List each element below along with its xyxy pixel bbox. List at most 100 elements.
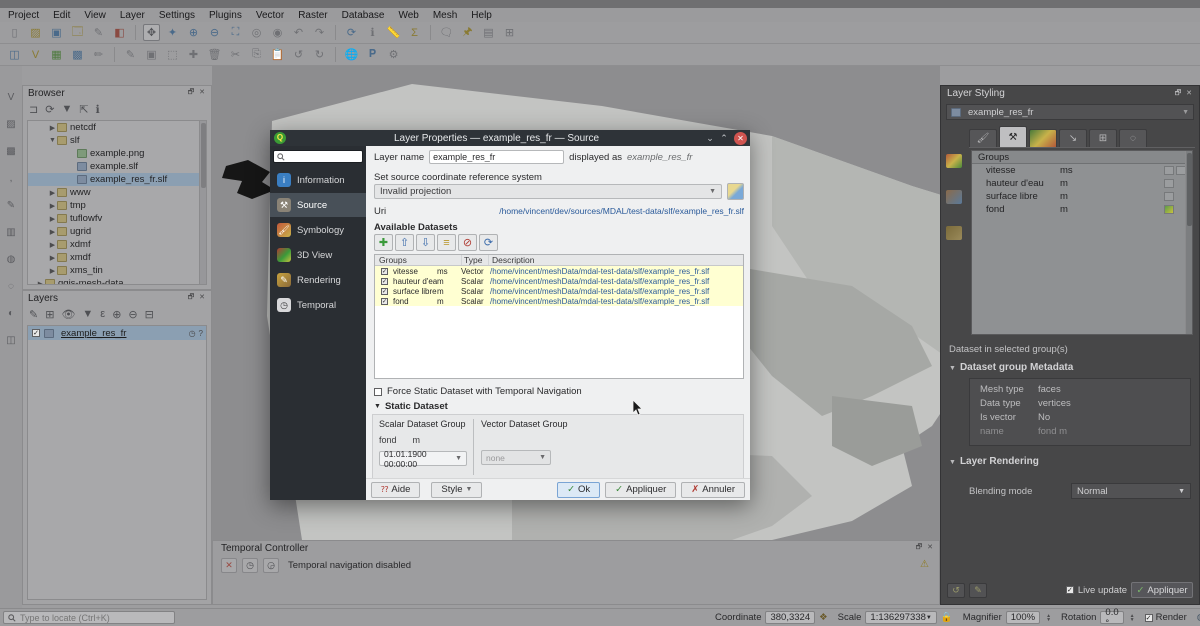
tab-vectors-icon[interactable]: ↘ (1059, 129, 1087, 147)
vector-time-select[interactable]: none▼ (481, 450, 551, 465)
group-row-vitesse[interactable]: vitessems (972, 164, 1192, 177)
dataset-checkbox[interactable]: ✓ (381, 278, 388, 285)
add-wms-icon[interactable]: ▨ (4, 117, 19, 132)
filter-legend-icon[interactable]: ▼ (82, 308, 93, 320)
force-static-row[interactable]: Force Static Dataset with Temporal Navig… (374, 386, 582, 397)
crs-warning-icon[interactable]: ? (199, 329, 203, 338)
remove-layer-icon[interactable]: ⊟ (145, 308, 154, 321)
history-icon[interactable] (946, 226, 962, 240)
sidebar-item-source[interactable]: ⚒ Source (270, 193, 366, 217)
add-vector-layer-icon[interactable]: V (27, 46, 44, 63)
labeling-icon[interactable]: 🌐 (343, 46, 360, 63)
menu-help[interactable]: Help (471, 10, 492, 21)
statistics-icon[interactable]: Σ (406, 24, 423, 41)
undock-icon[interactable]: 🗗 (1174, 90, 1182, 98)
menu-view[interactable]: View (84, 10, 106, 21)
static-dataset-header[interactable]: ▼ Static Dataset (374, 401, 448, 412)
annotation-icon[interactable]: 🗨 (438, 24, 455, 41)
menu-settings[interactable]: Settings (159, 10, 195, 21)
collapse-all-icon[interactable]: ⊖ (128, 308, 137, 321)
live-update-checkbox[interactable]: ✓Live update (1066, 585, 1127, 596)
add-selected-layers-icon[interactable]: ⊐ (29, 103, 38, 116)
styling-apply-button[interactable]: ✓Appliquer (1131, 582, 1193, 598)
add-delimited-text-icon[interactable]: ✏ (90, 46, 107, 63)
close-icon[interactable]: ✕ (1185, 90, 1193, 98)
close-icon[interactable]: ✕ (926, 544, 934, 552)
new-project-icon[interactable]: ▯ (6, 24, 23, 41)
collapse-all-button[interactable]: ⇩ (416, 234, 435, 251)
add-spatialite-icon[interactable]: ✎ (4, 198, 19, 213)
menu-database[interactable]: Database (342, 10, 385, 21)
layout-manager-icon[interactable]: 🗔 (69, 24, 86, 41)
close-icon[interactable]: ✕ (198, 89, 206, 97)
tree-item-qgis-mesh-data[interactable]: ▶qgis-mesh-data (28, 277, 206, 285)
lock-scale-icon[interactable]: 🔒 (941, 612, 953, 623)
tree-item-xms-tin[interactable]: ▶xms_tin (28, 264, 206, 277)
layer-item-example-res-fr[interactable]: ✓ example_res_fr ◷ ? (28, 326, 206, 340)
zoom-layer-icon[interactable]: ◉ (269, 24, 286, 41)
expand-all-icon[interactable]: ⊕ (112, 308, 121, 321)
deselect-all-button[interactable]: ⊘ (458, 234, 477, 251)
dataset-checkbox[interactable]: ✓ (381, 298, 388, 305)
toggle-editing-icon[interactable]: ✎ (122, 46, 139, 63)
add-mesh-layer-icon[interactable]: ▩ (69, 46, 86, 63)
locate-search[interactable] (3, 611, 175, 624)
close-icon[interactable]: ✕ (198, 294, 206, 302)
attributes-table-icon[interactable]: ▤ (480, 24, 497, 41)
redo-icon[interactable]: ↻ (311, 46, 328, 63)
open-layer-styling-icon[interactable]: ✎ (29, 308, 38, 321)
menu-plugins[interactable]: Plugins (209, 10, 242, 21)
expand-all-button[interactable]: ⇧ (395, 234, 414, 251)
dialog-search-input[interactable] (273, 150, 363, 163)
tree-item-netcdf[interactable]: ▶netcdf (28, 121, 206, 134)
filter-browser-icon[interactable]: ▼ (61, 103, 72, 115)
add-layer-def-icon[interactable]: ◐ (4, 306, 19, 321)
menu-layer[interactable]: Layer (120, 10, 145, 21)
processing-toolbox-icon[interactable]: ⚙ (385, 46, 402, 63)
filter-expression-icon[interactable]: ε (100, 308, 105, 320)
tree-item-example-slf[interactable]: example.slf (28, 160, 206, 173)
group-row-fond[interactable]: fondm (972, 203, 1192, 216)
add-group-icon[interactable]: ⊞ (45, 308, 54, 321)
metadata-section-header[interactable]: ▼Dataset group Metadata (949, 362, 1073, 373)
tab-labels-icon[interactable]: 🖌 (969, 129, 997, 147)
dialog-titlebar[interactable]: Q Layer Properties — example_res_fr — So… (270, 130, 750, 146)
force-static-checkbox[interactable] (374, 388, 382, 396)
tab-datasets-icon[interactable]: ⚒ (999, 126, 1027, 147)
select-all-button[interactable]: ≡ (437, 234, 456, 251)
menu-raster[interactable]: Raster (298, 10, 327, 21)
python-console-icon[interactable]: 𝐏 (364, 46, 381, 63)
add-postgis-icon[interactable]: ▥ (4, 225, 19, 240)
tree-item-slf[interactable]: ▼slf (28, 134, 206, 147)
options-icon[interactable]: ◧ (111, 24, 128, 41)
paste-features-icon[interactable]: 📋 (269, 46, 286, 63)
add-dataset-button[interactable]: ✚ (374, 234, 393, 251)
crs-select[interactable]: Invalid projection▼ (374, 184, 722, 199)
pan-map-icon[interactable]: ✥ (143, 24, 160, 41)
apply-button[interactable]: ✓Appliquer (605, 482, 676, 498)
group-row-hauteur-deau[interactable]: hauteur d'eaum (972, 177, 1192, 190)
dataset-checkbox[interactable]: ✓ (381, 268, 388, 275)
layer-visibility-checkbox[interactable]: ✓ (32, 329, 40, 337)
manage-themes-icon[interactable]: 👁 (61, 308, 75, 321)
zoom-selection-icon[interactable]: ◎ (248, 24, 265, 41)
contour-toggle-icon-active[interactable] (1164, 205, 1174, 214)
browser-scrollbar[interactable] (199, 121, 206, 284)
layer-name-input[interactable] (429, 150, 564, 164)
style-manager-button[interactable]: ✎ (969, 583, 987, 598)
add-virtual-layer-icon[interactable]: ◫ (4, 333, 19, 348)
cancel-button[interactable]: ✗Annuler (681, 482, 745, 498)
style-menu-button[interactable]: Style▼ (431, 482, 482, 498)
contour-toggle-icon[interactable] (1164, 192, 1174, 201)
zoom-last-icon[interactable]: ↶ (290, 24, 307, 41)
identify-icon[interactable]: ℹ (364, 24, 381, 41)
zoom-next-icon[interactable]: ↷ (311, 24, 328, 41)
tree-item-xmdf[interactable]: ▶xmdf (28, 251, 206, 264)
save-edits-icon[interactable]: ▣ (143, 46, 160, 63)
save-project-icon[interactable]: ▣ (48, 24, 65, 41)
tree-item-tmp[interactable]: ▶tmp (28, 199, 206, 212)
tree-item-example-res-fr-slf[interactable]: example_res_fr.slf (28, 173, 206, 186)
dataset-checkbox[interactable]: ✓ (381, 288, 388, 295)
undo-icon[interactable]: ↺ (290, 46, 307, 63)
tab-averaging-icon[interactable]: ◌ (1119, 129, 1147, 147)
